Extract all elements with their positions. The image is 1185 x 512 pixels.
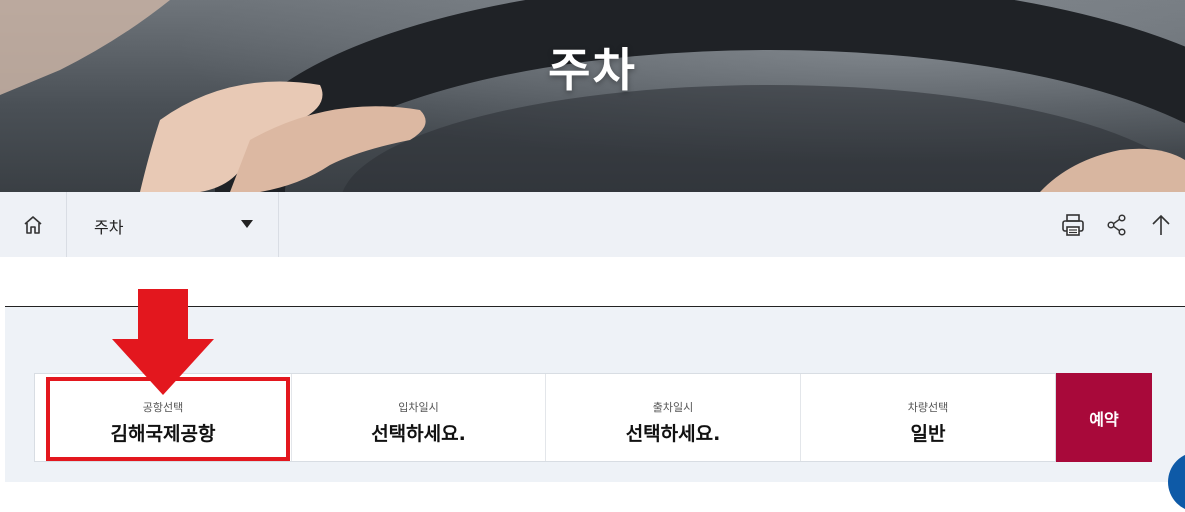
caret-down-icon bbox=[241, 220, 253, 228]
menu-dropdown-label: 주차 bbox=[94, 218, 124, 237]
scroll-top-button[interactable] bbox=[1147, 211, 1175, 239]
share-icon bbox=[1107, 214, 1126, 236]
reserve-button[interactable]: 예약 bbox=[1056, 373, 1152, 462]
exit-datetime-select[interactable]: 출차일시 선택하세요. bbox=[545, 374, 800, 461]
vehicle-select[interactable]: 차량선택 일반 bbox=[800, 374, 1055, 461]
exit-datetime-value: 선택하세요. bbox=[625, 423, 721, 445]
hero-banner: 주차 bbox=[0, 0, 1185, 192]
share-button[interactable] bbox=[1103, 211, 1131, 239]
menu-dropdown[interactable]: 주차 bbox=[67, 192, 279, 257]
home-button[interactable] bbox=[0, 192, 67, 257]
arrow-up-icon bbox=[1152, 214, 1170, 235]
exit-datetime-label: 출차일시 bbox=[652, 401, 694, 414]
airport-select[interactable]: 공항선택 김해국제공항 bbox=[35, 374, 291, 461]
airport-select-label: 공항선택 bbox=[142, 401, 184, 414]
page-title: 주차 bbox=[548, 43, 637, 97]
entry-datetime-label: 입차일시 bbox=[398, 401, 439, 414]
parking-search-form: 공항선택 김해국제공항 입차일시 선택하세요. 출차일시 선택하세요. 차량선택… bbox=[34, 373, 1056, 462]
print-button[interactable] bbox=[1059, 211, 1087, 239]
home-icon bbox=[24, 215, 42, 234]
vehicle-select-value: 일반 bbox=[910, 423, 946, 445]
print-icon bbox=[1062, 214, 1084, 236]
entry-datetime-select[interactable]: 입차일시 선택하세요. bbox=[291, 374, 545, 461]
airport-select-value: 김해국제공항 bbox=[110, 423, 216, 445]
vehicle-select-label: 차량선택 bbox=[907, 401, 949, 414]
location-bar: 주차 bbox=[0, 192, 1185, 257]
entry-datetime-value: 선택하세요. bbox=[371, 423, 466, 445]
